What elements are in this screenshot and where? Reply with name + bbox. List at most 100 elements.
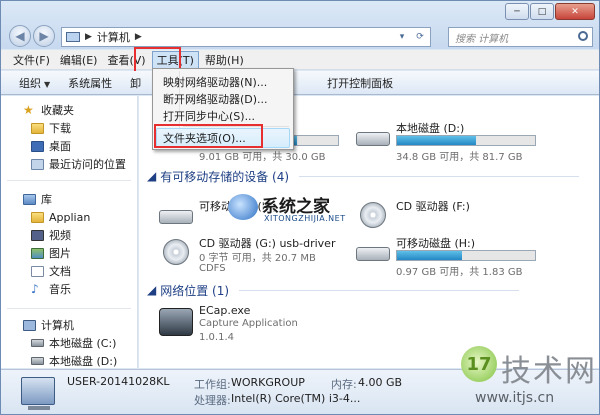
- navigation-pane: ★ 收藏夹 下载 桌面 最近访问的位置 库 Applian 视频 图片 文档 ♪…: [1, 96, 138, 368]
- menu-help[interactable]: 帮助(H): [201, 51, 248, 69]
- sidebar-item-drive-d[interactable]: 本地磁盘 (D:): [31, 353, 117, 368]
- memory-label: 内存:: [331, 378, 357, 391]
- computer-icon: [66, 32, 80, 42]
- sidebar-item-downloads[interactable]: 下载: [31, 120, 71, 136]
- cpu-value: Intel(R) Core(TM) i3-4...: [231, 392, 361, 405]
- drive-d-usage-bar: [396, 135, 536, 146]
- sidebar-libraries[interactable]: 库: [23, 191, 52, 207]
- explorer-window: ─ □ ✕ ◀ ▶ ▶ 计算机 ▶ ▾ ⟳ 搜索 计算机 文件(F) 编辑(E)…: [0, 0, 600, 415]
- menu-item-map-network-drive[interactable]: 映射网络驱动器(N)...: [163, 73, 267, 90]
- menu-item-open-sync-center[interactable]: 打开同步中心(S)...: [163, 107, 255, 124]
- watermark-logo-icon: [228, 194, 258, 220]
- hard-drive-icon: [31, 357, 44, 365]
- sidebar-item-applian[interactable]: Applian: [31, 209, 90, 225]
- menu-bar: 文件(F) 编辑(E) 查看(V) 工具(T) 帮助(H): [1, 50, 599, 70]
- breadcrumb-separator-icon: ▶: [85, 32, 92, 42]
- sidebar-divider: [7, 308, 131, 309]
- network-ecap-description: Capture Application: [199, 318, 298, 329]
- removable-disk-icon: [356, 247, 390, 261]
- recent-places-icon: [31, 158, 44, 170]
- refresh-button[interactable]: ⟳: [412, 29, 428, 45]
- breadcrumb-computer[interactable]: 计算机: [97, 29, 130, 45]
- address-dropdown-button[interactable]: ▾: [394, 29, 410, 45]
- watermark-17-icon: 17: [461, 346, 497, 382]
- camera-app-icon: [159, 308, 193, 336]
- sidebar-item-videos[interactable]: 视频: [31, 227, 71, 243]
- drive-d-name: 本地磁盘 (D:): [396, 122, 465, 135]
- sidebar-item-music[interactable]: ♪ 音乐: [31, 281, 71, 297]
- network-ecap-name: ECap.exe: [199, 304, 251, 317]
- back-arrow-icon: ◀: [15, 29, 25, 43]
- cd-drive-f-name: CD 驱动器 (F:): [396, 200, 470, 213]
- sidebar-favorites[interactable]: ★ 收藏夹: [23, 102, 74, 118]
- sidebar-item-documents[interactable]: 文档: [31, 263, 71, 279]
- drive-c-space: 9.01 GB 可用，共 30.0 GB: [199, 152, 326, 163]
- search-icon: [578, 31, 588, 41]
- breadcrumb-chevron-icon: ▶: [134, 32, 142, 42]
- video-icon: [31, 229, 44, 241]
- workgroup-label: 工作组:: [194, 378, 231, 391]
- removable-disk-icon: [159, 210, 193, 224]
- window-controls: ─ □ ✕: [505, 3, 595, 20]
- workgroup-value: WORKGROUP: [231, 376, 305, 389]
- hard-drive-icon: [356, 132, 390, 146]
- removable-h-name: 可移动磁盘 (H:): [396, 237, 476, 250]
- minimize-button[interactable]: ─: [505, 3, 529, 20]
- network-location-header[interactable]: ◢ 网络位置 (1): [147, 282, 520, 298]
- hard-drive-icon: [31, 339, 44, 347]
- command-toolbar: 组织 ▼ 系统属性 卸 打开控制面板: [1, 71, 599, 95]
- cd-drive-g-space: 0 字节 可用，共 20.7 MB: [199, 253, 316, 264]
- cd-drive-g-fs: CDFS: [199, 263, 226, 274]
- drive-d-space: 34.8 GB 可用，共 81.7 GB: [396, 152, 523, 163]
- sidebar-divider: [7, 180, 131, 181]
- collapse-arrow-icon: ◢: [147, 283, 157, 297]
- desktop-icon: [31, 140, 44, 152]
- drive-d-tile[interactable]: 本地磁盘 (D:) 34.8 GB 可用，共 81.7 GB: [356, 118, 536, 163]
- sidebar-computer[interactable]: 计算机: [23, 317, 74, 333]
- title-address-bar: ─ □ ✕ ◀ ▶ ▶ 计算机 ▶ ▾ ⟳ 搜索 计算机: [1, 1, 599, 49]
- forward-button[interactable]: ▶: [33, 25, 55, 47]
- network-ecap-tile[interactable]: ECap.exe Capture Application 1.0.1.4: [159, 302, 339, 346]
- music-icon: ♪: [31, 281, 39, 296]
- network-ecap-version: 1.0.1.4: [199, 332, 234, 343]
- removable-h-space: 0.97 GB 可用，共 1.83 GB: [396, 267, 523, 278]
- cd-drive-icon: [163, 239, 189, 265]
- collapse-arrow-icon: ◢: [147, 169, 157, 183]
- menu-edit[interactable]: 编辑(E): [56, 51, 102, 69]
- computer-name: USER-20141028KL: [67, 375, 170, 388]
- search-input[interactable]: 搜索 计算机: [448, 27, 593, 47]
- sidebar-item-recent[interactable]: 最近访问的位置: [31, 156, 126, 172]
- removable-h-tile[interactable]: 可移动磁盘 (H:) 0.97 GB 可用，共 1.83 GB: [356, 233, 536, 278]
- sidebar-item-drive-c[interactable]: 本地磁盘 (C:): [31, 335, 116, 351]
- memory-value: 4.00 GB: [358, 376, 403, 389]
- close-button[interactable]: ✕: [555, 3, 595, 20]
- folder-icon: [31, 211, 44, 223]
- drive-d-usage-fill: [397, 136, 476, 145]
- documents-icon: [31, 265, 44, 277]
- uninstall-button-partial[interactable]: 卸: [124, 73, 147, 93]
- system-properties-button[interactable]: 系统属性: [62, 73, 118, 93]
- maximize-button[interactable]: □: [530, 3, 554, 20]
- sidebar-item-pictures[interactable]: 图片: [31, 245, 71, 261]
- pictures-icon: [31, 247, 44, 259]
- menu-item-disconnect-network-drive[interactable]: 断开网络驱动器(D)...: [163, 90, 268, 107]
- removable-storage-header[interactable]: ◢ 有可移动存储的设备 (4): [147, 168, 580, 184]
- open-control-panel-button[interactable]: 打开控制面板: [321, 73, 399, 93]
- back-button[interactable]: ◀: [9, 25, 31, 47]
- watermark-itjs: 17 技术网 www.itjs.cn: [461, 336, 599, 414]
- cd-drive-g-tile[interactable]: CD 驱动器 (G:) usb-driver 0 字节 可用，共 20.7 MB…: [159, 233, 339, 277]
- address-bar[interactable]: ▶ 计算机 ▶ ▾ ⟳: [61, 27, 431, 47]
- watermark-xitongzhijia: 系统之家 XITONGZHIJIA.NET: [228, 192, 388, 226]
- removable-h-usage-fill: [397, 251, 462, 260]
- computer-icon: [23, 319, 36, 331]
- organize-button[interactable]: 组织 ▼: [13, 73, 56, 93]
- menu-file[interactable]: 文件(F): [9, 51, 54, 69]
- search-placeholder: 搜索 计算机: [455, 33, 509, 45]
- forward-arrow-icon: ▶: [39, 29, 49, 43]
- sidebar-item-desktop[interactable]: 桌面: [31, 138, 71, 154]
- star-icon: ★: [23, 102, 34, 117]
- library-icon: [23, 193, 36, 205]
- cpu-label: 处理器:: [194, 394, 231, 407]
- computer-large-icon: [21, 377, 55, 410]
- downloads-folder-icon: [31, 122, 44, 134]
